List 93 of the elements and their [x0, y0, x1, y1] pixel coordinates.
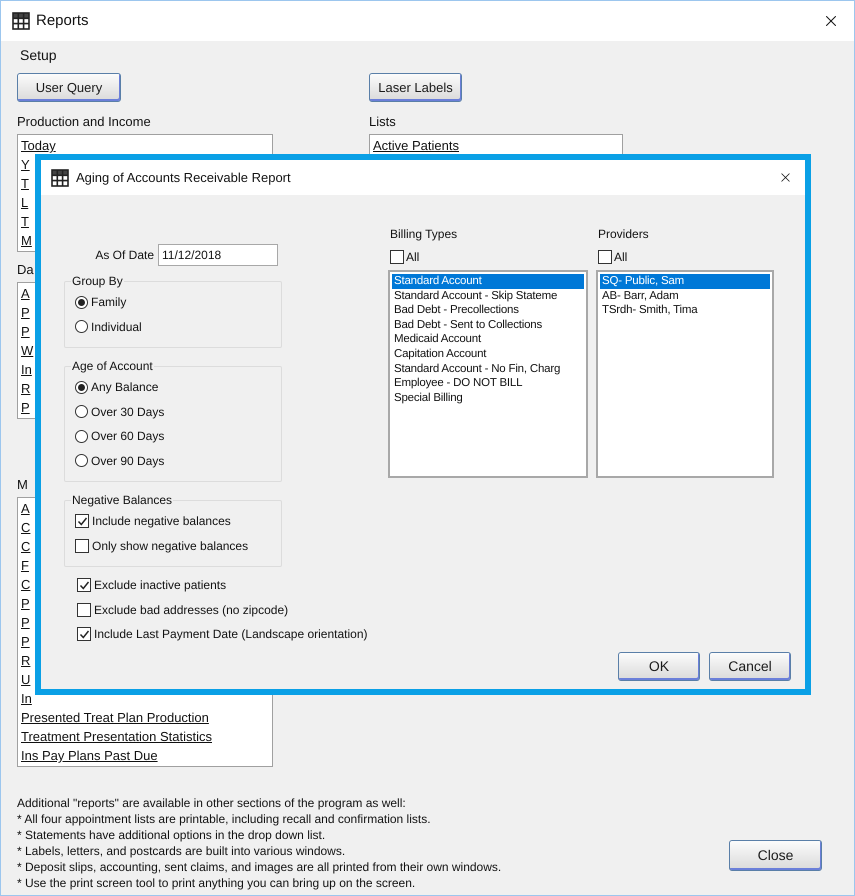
section-label: Production and Income [17, 114, 152, 129]
group-label: Negative Balances [71, 492, 174, 509]
list-item[interactable]: AB- Barr, Adam [600, 288, 770, 304]
menu-item[interactable]: Setup [15, 44, 62, 66]
radio-button[interactable] [75, 405, 88, 418]
option-label: Family [91, 294, 126, 312]
report-link[interactable]: T [21, 215, 29, 228]
option-label: All [406, 249, 420, 266]
note-text: * Deposit slips, accounting, sent claims, and images are all printed from their own windows. [17, 859, 502, 875]
list-item[interactable]: Capitation Account [392, 346, 584, 362]
dialog-title: Aging of Accounts Receivable Report [76, 168, 291, 187]
date-field[interactable]: 11/12/2018 [158, 244, 278, 266]
window-title: Reports [36, 10, 89, 31]
list-item[interactable]: Standard Account - Skip Stateme [392, 288, 584, 304]
user-query-button[interactable]: User Query [17, 73, 121, 102]
section-label: M [17, 477, 29, 492]
report-link[interactable]: A [21, 502, 30, 515]
option-label: Include negative balances [92, 513, 231, 530]
report-link[interactable]: P [21, 597, 30, 610]
field-label: As Of Date [95, 247, 154, 264]
list-item[interactable]: Bad Debt - Sent to Collections [392, 318, 584, 332]
radio-button[interactable] [75, 454, 88, 468]
checkbox[interactable] [77, 578, 91, 592]
checkbox[interactable] [77, 627, 91, 642]
note-text: * Labels, letters, and postcards are built into various windows. [17, 843, 346, 859]
group-label: Group By [71, 273, 124, 290]
report-link[interactable]: Today [21, 139, 56, 152]
report-link[interactable]: P [21, 616, 30, 629]
option-label: Exclude inactive patients [94, 577, 226, 594]
option-label: Exclude bad addresses (no zipcode) [94, 602, 288, 619]
report-link[interactable]: R [21, 654, 30, 667]
list-item[interactable]: Standard Account [392, 274, 584, 289]
option-label: Over 60 Days [91, 428, 164, 446]
option-label: Over 30 Days [91, 404, 164, 421]
checkbox[interactable] [598, 250, 612, 264]
report-link[interactable]: Presented Treat Plan Production [21, 711, 209, 724]
report-link[interactable]: C [21, 540, 30, 553]
report-link[interactable]: L [21, 196, 28, 209]
table-icon [51, 168, 69, 186]
note-text: * All four appointment lists are printable, including recall and confirmation lists. [17, 811, 432, 827]
report-link[interactable]: Treatment Presentation Statistics [21, 730, 212, 743]
list-item[interactable]: Employee - DO NOT BILL [392, 376, 584, 391]
report-link[interactable]: In [21, 363, 32, 376]
report-link[interactable]: M [21, 234, 32, 247]
cancel-button[interactable]: Cancel [709, 652, 791, 681]
report-link[interactable]: Active Patients [373, 139, 459, 152]
checkbox[interactable] [75, 514, 89, 528]
list-label: Providers [597, 227, 650, 241]
report-link[interactable]: F [21, 559, 29, 572]
note-text: Additional "reports" are available in other sections of the program as well: [17, 795, 407, 811]
laser-labels-button[interactable]: Laser Labels [369, 73, 462, 102]
option-label: Over 90 Days [91, 452, 164, 470]
report-link[interactable]: P [21, 401, 30, 414]
radio-button[interactable] [75, 320, 88, 334]
report-link[interactable]: P [21, 306, 30, 319]
report-link[interactable]: R [21, 382, 30, 395]
report-link[interactable]: In [21, 692, 32, 705]
checkbox[interactable] [390, 250, 404, 264]
ok-button[interactable]: OK [618, 652, 700, 681]
radio-button[interactable] [75, 430, 88, 443]
checkbox[interactable] [75, 538, 89, 553]
report-link[interactable]: Y [21, 158, 30, 171]
radio-button[interactable] [75, 296, 88, 309]
table-icon [12, 12, 30, 30]
list-item[interactable]: Special Billing [392, 390, 584, 406]
report-link[interactable]: C [21, 578, 30, 591]
list-item[interactable]: SQ- Public, Sam [600, 274, 770, 289]
close-button[interactable]: Close [729, 840, 822, 871]
option-label: Any Balance [91, 379, 158, 396]
report-link[interactable]: U [21, 673, 30, 686]
group-label: Age of Account [71, 358, 154, 375]
report-link[interactable]: W [21, 344, 34, 357]
note-text: * Statements have additional options in the drop down list. [17, 827, 326, 843]
list-item[interactable]: TSrdh- Smith, Tima [600, 303, 770, 318]
report-link[interactable]: A [21, 287, 30, 300]
option-label: All [614, 249, 628, 266]
list-label: Billing Types [389, 227, 458, 241]
section-label: Lists [369, 114, 397, 129]
list-item[interactable]: Bad Debt - Precollections [392, 303, 584, 318]
checkbox[interactable] [77, 602, 91, 617]
report-link[interactable]: T [21, 177, 29, 190]
option-label: Include Last Payment Date (Landscape orientation) [94, 626, 368, 644]
section-label: Da [17, 262, 35, 277]
report-link[interactable]: P [21, 635, 30, 648]
list-item[interactable]: Standard Account - No Fin, Charg [392, 362, 584, 376]
report-link[interactable]: C [21, 521, 30, 534]
note-text: * Use the print screen tool to print anything you can bring up on the screen. [17, 875, 416, 891]
report-link[interactable]: Ins Pay Plans Past Due [21, 749, 158, 762]
radio-button[interactable] [75, 380, 88, 394]
list-item[interactable]: Medicaid Account [392, 332, 584, 347]
report-link[interactable]: P [21, 325, 30, 338]
option-label: Individual [91, 318, 142, 336]
option-label: Only show negative balances [92, 538, 248, 555]
